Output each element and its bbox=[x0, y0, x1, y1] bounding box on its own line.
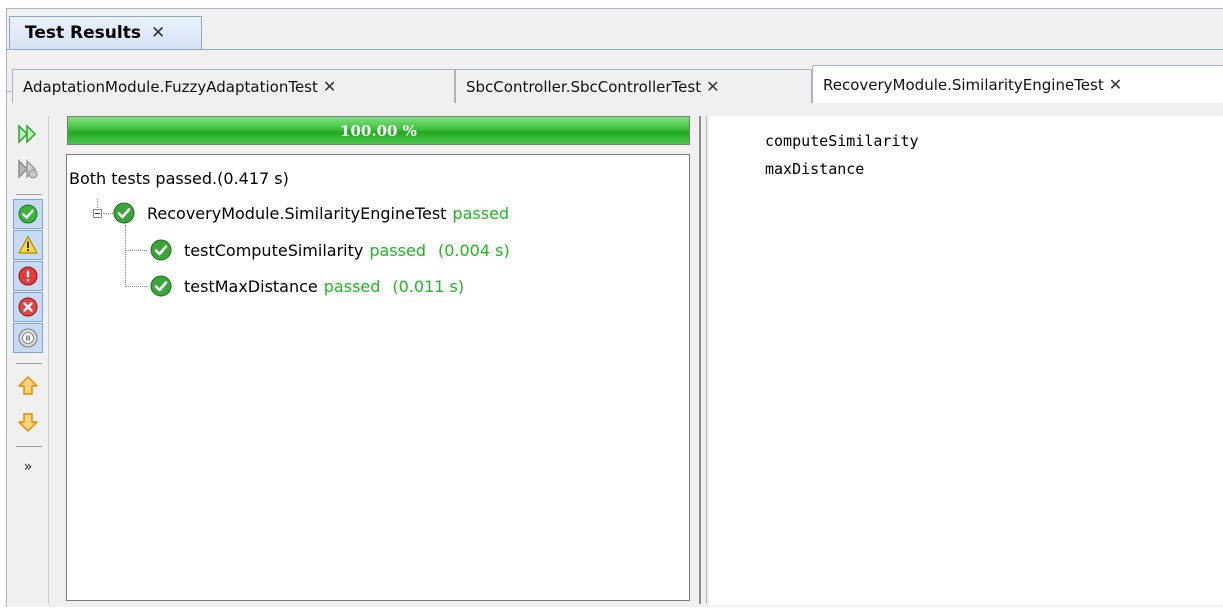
subtab-fuzzy-adaptation-test[interactable]: AdaptationModule.FuzzyAdaptationTest ✕ bbox=[12, 69, 455, 103]
error-icon bbox=[18, 266, 38, 286]
test-subtabs: AdaptationModule.FuzzyAdaptationTest ✕ S… bbox=[7, 57, 1223, 103]
rerun-failed-button[interactable] bbox=[13, 154, 43, 184]
tab-test-results[interactable]: Test Results ✕ bbox=[9, 16, 202, 49]
test-name: testComputeSimilarity bbox=[184, 240, 364, 260]
output-line: computeSimilarity bbox=[765, 132, 919, 150]
divider bbox=[706, 116, 707, 604]
tree-node-test[interactable]: testMaxDistance passed (0.011 s) bbox=[150, 275, 464, 297]
divider bbox=[7, 49, 1223, 50]
next-button[interactable] bbox=[13, 407, 43, 437]
collapse-toggle-icon[interactable] bbox=[93, 209, 102, 218]
status-label: passed bbox=[452, 203, 510, 223]
output-line: maxDistance bbox=[765, 160, 865, 178]
test-duration: (0.004 s) bbox=[437, 240, 510, 260]
splitter[interactable] bbox=[699, 116, 701, 604]
test-duration: (0.011 s) bbox=[392, 276, 465, 296]
rerun-button[interactable] bbox=[13, 119, 43, 149]
progress-label: 100.00 % bbox=[340, 121, 417, 140]
progress-bar: 100.00 % bbox=[67, 116, 690, 145]
subtab-label: RecoveryModule.SimilarityEngineTest bbox=[823, 75, 1104, 94]
test-results-window: Test Results ✕ AdaptationModule.FuzzyAda… bbox=[6, 8, 1223, 607]
status-label: passed bbox=[369, 240, 426, 260]
subtab-sbc-controller-test[interactable]: SbcController.SbcControllerTest ✕ bbox=[455, 69, 812, 103]
tree-line bbox=[103, 213, 113, 214]
test-output-pane[interactable]: computeSimilarity maxDistance bbox=[709, 116, 1223, 605]
warning-icon bbox=[18, 235, 38, 254]
previous-button[interactable] bbox=[13, 371, 43, 401]
next-down-arrow-icon bbox=[18, 413, 38, 432]
passed-icon bbox=[18, 204, 38, 224]
filter-warning-button[interactable] bbox=[13, 230, 43, 260]
double-play-icon bbox=[18, 124, 37, 144]
filter-skipped-button[interactable] bbox=[13, 323, 43, 353]
passed-icon bbox=[150, 275, 172, 297]
close-icon[interactable]: ✕ bbox=[323, 77, 336, 96]
close-icon[interactable]: ✕ bbox=[151, 23, 165, 43]
tab-test-results-label: Test Results bbox=[25, 23, 141, 43]
tree-line bbox=[125, 286, 147, 287]
tree-node-test[interactable]: testComputeSimilarity passed (0.004 s) bbox=[150, 239, 510, 261]
tree-line bbox=[97, 199, 98, 208]
close-icon[interactable]: ✕ bbox=[706, 77, 719, 96]
close-icon[interactable]: ✕ bbox=[1109, 75, 1122, 94]
filter-failure-button[interactable] bbox=[13, 292, 43, 322]
previous-up-arrow-icon bbox=[18, 376, 38, 395]
failure-icon bbox=[18, 297, 38, 317]
tree-line bbox=[125, 225, 126, 287]
test-summary: Both tests passed.(0.417 s) bbox=[69, 169, 289, 188]
subtab-similarity-engine-test[interactable]: RecoveryModule.SimilarityEngineTest ✕ bbox=[812, 65, 1223, 103]
tree-node-suite[interactable]: RecoveryModule.SimilarityEngineTest pass… bbox=[113, 202, 509, 224]
filter-passed-button[interactable] bbox=[13, 199, 43, 229]
divider bbox=[16, 363, 42, 364]
rerun-failed-icon bbox=[18, 159, 38, 179]
passed-icon bbox=[150, 239, 172, 261]
divider bbox=[16, 446, 42, 447]
more-button[interactable]: » bbox=[13, 452, 43, 482]
passed-icon bbox=[113, 202, 135, 224]
divider bbox=[16, 194, 42, 195]
test-results-tree[interactable]: Both tests passed.(0.417 s) RecoveryModu… bbox=[66, 154, 690, 601]
test-toolbar: » bbox=[10, 116, 49, 604]
subtab-label: SbcController.SbcControllerTest bbox=[466, 77, 702, 96]
suite-name: RecoveryModule.SimilarityEngineTest bbox=[147, 203, 447, 223]
tree-line bbox=[125, 250, 147, 251]
subtab-label: AdaptationModule.FuzzyAdaptationTest bbox=[23, 77, 318, 96]
skipped-icon bbox=[18, 328, 38, 348]
filter-error-button[interactable] bbox=[13, 261, 43, 291]
test-name: testMaxDistance bbox=[184, 276, 318, 296]
status-label: passed bbox=[323, 276, 381, 296]
